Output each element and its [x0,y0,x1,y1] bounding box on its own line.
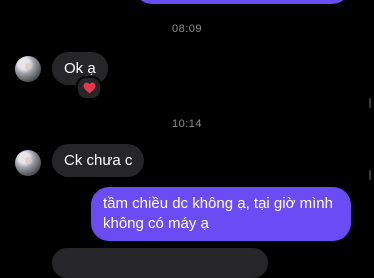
timestamp: 10:14 [171,118,203,130]
heart-icon [83,82,95,94]
incoming-message-bubble-partial[interactable] [52,248,268,278]
scrollbar-mark [369,170,371,180]
incoming-message-bubble[interactable]: Ck chưa c [52,144,145,177]
timestamp: 08:09 [171,23,203,35]
outgoing-message-bubble[interactable]: tầm chiều dc không ạ, tại giờ mình không… [91,187,351,241]
message-thread: 08:09 Ok ạ 10:14 Ck chưa c tầm chiều dc … [0,0,374,278]
message-reaction[interactable] [76,76,102,100]
avatar-photo [25,157,32,164]
contact-avatar[interactable] [15,150,41,176]
outgoing-message-bubble-partial[interactable] [134,0,350,4]
scrollbar-mark [369,98,371,108]
contact-avatar[interactable] [15,56,41,82]
avatar-photo [25,63,32,70]
